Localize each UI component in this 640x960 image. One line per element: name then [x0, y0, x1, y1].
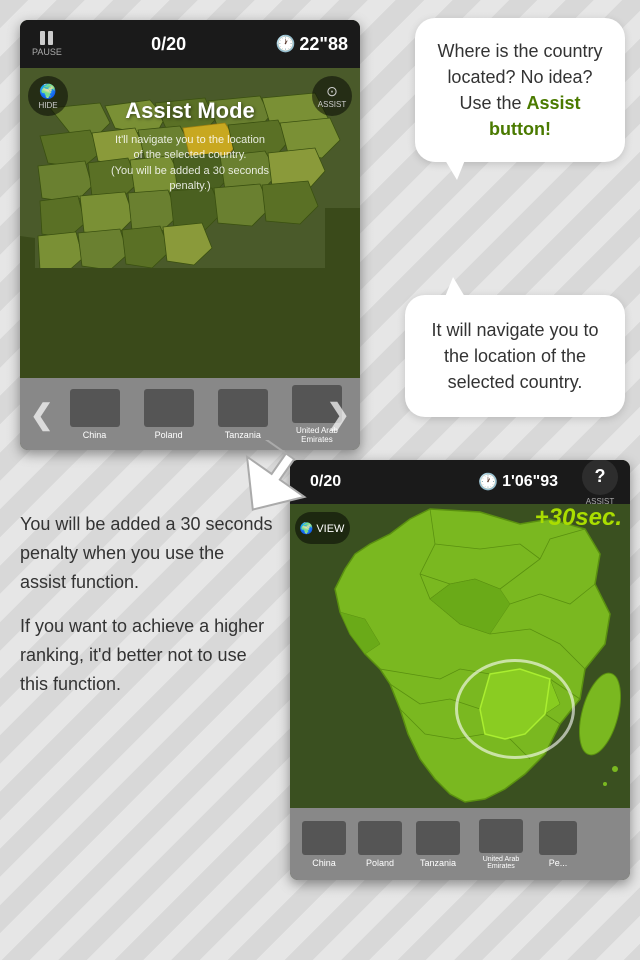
country-poland[interactable]: Poland: [136, 389, 202, 440]
china-flag: [70, 389, 120, 427]
bottom-peru-flag: [539, 821, 577, 855]
next-arrow[interactable]: ❯: [327, 398, 350, 431]
big-arrow: [225, 440, 315, 530]
country-china[interactable]: China: [61, 389, 127, 440]
bottom-tanzania[interactable]: Tanzania: [412, 821, 464, 868]
speech-bubble-2: It will navigate you to the location of …: [405, 295, 625, 417]
bottom-uae-flag: [479, 819, 523, 853]
poland-name: Poland: [155, 430, 183, 440]
assist-label: ASSIST: [318, 100, 346, 109]
top-game-screenshot: PAUSE 0/20 🕐 22"88: [20, 20, 360, 450]
assist-button-label: Assist button!: [489, 93, 581, 139]
bottom-tanzania-name: Tanzania: [420, 858, 456, 868]
country-strip-bottom: China Poland Tanzania United ArabEmirate…: [290, 808, 630, 880]
poland-flag: [144, 389, 194, 427]
assist-mode-title: Assist Mode: [125, 98, 255, 124]
bottom-header: 0/20 🕐 1'06"93 ? ASSIST: [290, 460, 630, 504]
top-map-area[interactable]: Assist Mode It'll navigate you to the lo…: [20, 68, 360, 378]
bubble2-text: It will navigate you to the location of …: [431, 320, 598, 392]
bottom-poland-name: Poland: [366, 858, 394, 868]
clock-icon: 🕐: [275, 34, 295, 54]
bubble1-text: Where is the country located? No idea? U…: [437, 41, 602, 139]
china-name: China: [83, 430, 107, 440]
timer-display: 🕐 22"88: [275, 34, 348, 55]
country-tanzania[interactable]: Tanzania: [210, 389, 276, 440]
pause-button[interactable]: PAUSE: [32, 31, 62, 57]
bottom-poland-flag: [358, 821, 402, 855]
bottom-china[interactable]: China: [300, 821, 348, 868]
hide-label: HIDE: [38, 101, 57, 110]
bottom-timer: 🕐 1'06"93: [478, 472, 558, 492]
prev-arrow[interactable]: ❮: [30, 398, 53, 431]
bottom-tanzania-flag: [416, 821, 460, 855]
bottom-peru[interactable]: Pe...: [538, 821, 578, 868]
globe-icon: 🌍: [39, 83, 56, 100]
pause-label: PAUSE: [32, 47, 62, 57]
assist-icon: ⊙: [326, 83, 338, 100]
left-text-block: You will be added a 30 seconds penalty w…: [20, 510, 275, 699]
bottom-timer-value: 1'06"93: [502, 473, 558, 491]
clock-icon-2: 🕐: [478, 472, 498, 492]
tanzania-name: Tanzania: [225, 430, 261, 440]
bottom-uae-name: United ArabEmirates: [483, 856, 520, 870]
score-display: 0/20: [151, 34, 186, 55]
bottom-uae[interactable]: United ArabEmirates: [472, 819, 530, 870]
tanzania-flag: [218, 389, 268, 427]
assist-button-top[interactable]: ⊙ ASSIST: [312, 76, 352, 116]
bottom-china-flag: [302, 821, 346, 855]
bottom-peru-name: Pe...: [549, 858, 568, 868]
bottom-poland[interactable]: Poland: [356, 821, 404, 868]
question-icon: ?: [582, 460, 618, 495]
ranking-advice: If you want to achieve a higher ranking,…: [20, 612, 275, 698]
hide-button[interactable]: 🌍 HIDE: [28, 76, 68, 116]
penalty-display: +30sec.: [535, 504, 622, 532]
bottom-map-area[interactable]: 🌍 VIEW: [290, 504, 630, 808]
assist-subtext: It'll navigate you to the location of th…: [90, 133, 290, 195]
top-header: PAUSE 0/20 🕐 22"88: [20, 20, 360, 68]
help-button[interactable]: ? ASSIST: [582, 460, 618, 506]
speech-bubble-1: Where is the country located? No idea? U…: [415, 18, 625, 162]
bottom-game-screenshot: 0/20 🕐 1'06"93 ? ASSIST +30sec.: [290, 460, 630, 880]
bottom-china-name: China: [312, 858, 336, 868]
timer-value: 22"88: [299, 34, 348, 55]
